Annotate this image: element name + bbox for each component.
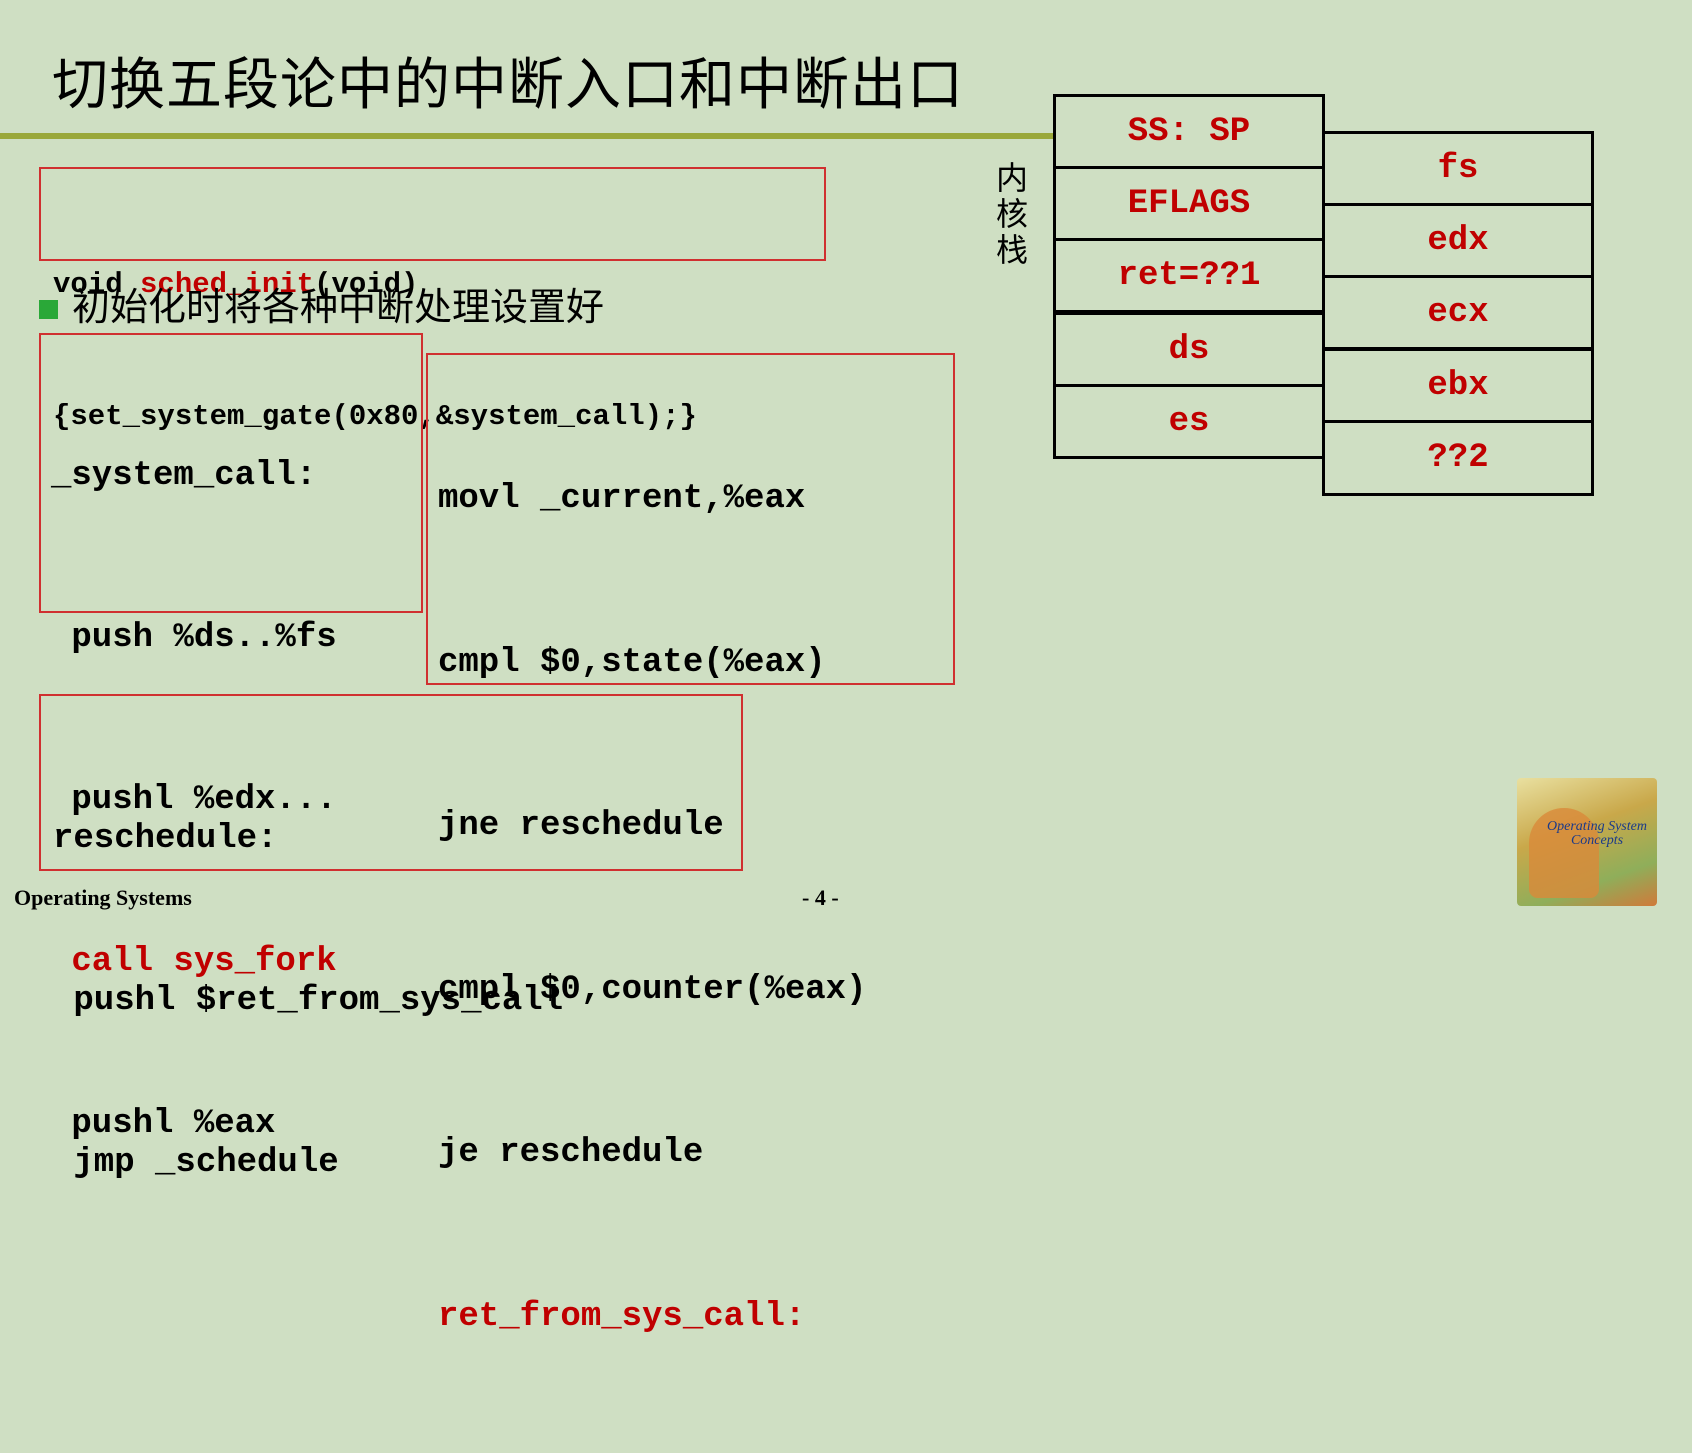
stack-cell-ebx: ebx xyxy=(1322,348,1594,423)
stack-cell-ecx: ecx xyxy=(1322,275,1594,350)
code-line: _system_call: xyxy=(51,457,317,495)
bullet-text: 初始化时将各种中断处理设置好 xyxy=(72,285,605,329)
footer-page-number: - 4 - xyxy=(802,885,839,910)
code-line: reschedule: xyxy=(53,820,278,858)
code-line: pushl $ret_from_sys_call xyxy=(53,982,564,1020)
code-line: movl _current,%eax xyxy=(438,480,806,518)
stack-cell-ret: ret=??1 xyxy=(1053,238,1325,313)
stack-cell-es: es xyxy=(1053,384,1325,459)
reschedule-code-box: reschedule: pushl $ret_from_sys_call jmp… xyxy=(39,694,743,1182)
title-rule xyxy=(0,133,1055,139)
book-cover-image: Operating System Concepts xyxy=(1517,778,1657,906)
stack-cell-2: ??2 xyxy=(1322,420,1594,496)
system-call-code-box: _system_call: push %ds..%fs pushl %edx..… xyxy=(39,333,423,1143)
kernel-stack-label: 内核栈 xyxy=(995,159,1028,269)
bullet-icon xyxy=(39,300,58,319)
code-line: push %ds..%fs xyxy=(51,619,337,657)
book-cover-title: Operating System Concepts xyxy=(1547,819,1647,848)
scheduler-check-code-box: movl _current,%eax cmpl $0,state(%eax) j… xyxy=(426,353,955,1336)
sched-init-code-box: void sched_init(void) {set_system_gate(0… xyxy=(39,167,826,433)
stack-cell-edx: edx xyxy=(1322,203,1594,278)
stack-cell-ss-sp: SS: SP xyxy=(1053,94,1325,169)
slide-title: 切换五段论中的中断入口和中断出口 xyxy=(52,53,964,118)
code-line: cmpl $0,state(%eax) xyxy=(438,643,826,682)
stack-cell-fs: fs xyxy=(1322,131,1594,206)
code-line: jmp _schedule xyxy=(53,1144,339,1182)
stack-cell-ds: ds xyxy=(1053,312,1325,387)
footer-course-name: Operating Systems xyxy=(14,885,192,910)
stack-cell-eflags: EFLAGS xyxy=(1053,166,1325,241)
